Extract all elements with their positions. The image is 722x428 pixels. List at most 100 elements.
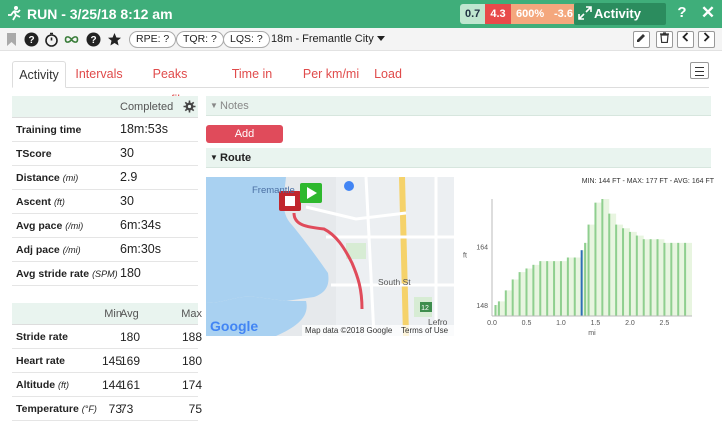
tab-time-in-zone[interactable]: Time in zone (218, 61, 286, 107)
chevron-left-icon (682, 32, 689, 42)
x-axis-label: mi (588, 330, 596, 337)
map-label-fremantle: Fremantle (252, 185, 295, 196)
tab-load[interactable]: Load (373, 61, 403, 88)
stat-value: 6m:34s (120, 218, 161, 232)
map-canvas: 12 Fremantle South St Lefro Map data ©20… (206, 177, 454, 336)
y-axis-label: ft (463, 253, 467, 260)
location-dropdown[interactable]: 18m - Fremantle City (271, 33, 385, 45)
summary-header: Completed (12, 96, 198, 118)
chevron-right-icon (703, 32, 710, 42)
elevation-bar (656, 239, 659, 316)
elevation-area (495, 199, 692, 316)
tab-peaks-profile[interactable]: Peaks profile (136, 61, 204, 107)
terms-of-use-link[interactable]: Terms of Use (401, 326, 449, 335)
elevation-bar (546, 261, 549, 316)
route-map[interactable]: 12 Fremantle South St Lefro Map data ©20… (206, 177, 454, 336)
elevation-bar (580, 250, 583, 316)
elevation-bar (663, 242, 666, 316)
stopwatch-icon[interactable] (44, 32, 59, 47)
elevation-bar (635, 235, 638, 316)
badge-3: 600% (511, 4, 549, 24)
stat-row: TScore 30 (12, 142, 198, 166)
caret-down-icon (376, 36, 385, 41)
elevation-bar (559, 261, 562, 316)
notes-section-header[interactable]: ▼ Notes (206, 96, 711, 116)
elevation-bar (497, 301, 500, 316)
edit-button[interactable] (633, 31, 650, 48)
x-tick-label: 1.5 (591, 320, 601, 327)
elevation-bar (628, 231, 631, 316)
x-tick-label: 2.0 (625, 320, 635, 327)
elevation-bar (601, 199, 604, 316)
score-badges: 0.7 4.3 600% -3.6 (460, 4, 577, 24)
stat-row: Avg pace (/mi) 6m:34s (12, 214, 198, 238)
delete-button[interactable] (656, 31, 673, 48)
stat-row: Avg stride rate (SPM) 180 (12, 262, 198, 286)
elevation-bar (553, 261, 556, 316)
stat-row: Ascent (ft) 30 (12, 190, 198, 214)
stat-row: Altitude (ft) 144 161 174 (12, 373, 202, 397)
expand-icon (578, 6, 592, 20)
stat-row: Distance (mi) 2.9 (12, 166, 198, 190)
stat-row: Temperature (°F) 73 73 75 (12, 397, 202, 421)
elevation-bar (532, 264, 535, 316)
elevation-bar (649, 239, 652, 316)
stat-row: Adj pace (/mi) 6m:30s (12, 238, 198, 262)
lqs-pill[interactable]: LQS: ? (223, 31, 270, 48)
infinity-icon[interactable] (64, 32, 79, 47)
min-avg-max-table: Min Avg Max Stride rate 180 188 Heart rate… (12, 303, 202, 421)
tab-per-km-mi[interactable]: Per km/mi (302, 61, 360, 88)
gear-icon[interactable] (183, 100, 196, 113)
close-button[interactable]: ✕ (699, 3, 717, 23)
menu-button[interactable] (690, 62, 709, 79)
x-tick-label: 2.5 (660, 320, 670, 327)
map-copyright: Map data ©2018 Google (305, 326, 393, 335)
route-section-header[interactable]: ▼ Route (206, 148, 711, 168)
elevation-bar (587, 224, 590, 316)
hamburger-icon (695, 67, 704, 68)
tab-activity[interactable]: Activity (12, 61, 66, 88)
elevation-bar (684, 242, 687, 316)
stat-row: Training time 18m:53s (12, 118, 198, 142)
help-button[interactable]: ? (674, 4, 690, 21)
elevation-chart[interactable]: MIN: 144 FT - MAX: 177 FT - AVG: 164 FT 0… (460, 173, 715, 338)
stat-value: 18m:53s (120, 122, 168, 136)
y-tick-label: 164 (476, 245, 488, 252)
bookmark-icon[interactable] (4, 32, 19, 47)
elevation-chart-svg: MIN: 144 FT - MAX: 177 FT - AVG: 164 FT 0… (463, 178, 715, 337)
elevation-bar (504, 290, 507, 316)
google-logo: Google (210, 318, 258, 334)
elevation-bar (511, 279, 514, 316)
tab-bar: Activity Intervals Peaks profile Time in… (12, 61, 709, 107)
svg-text:12: 12 (421, 305, 429, 312)
star-icon[interactable] (107, 32, 122, 47)
x-tick-label: 0.0 (487, 320, 497, 327)
elevation-bar (677, 242, 680, 316)
summary-table: Completed Training time 18m:53s TScore 30 … (12, 96, 198, 286)
x-tick-label: 0.5 (522, 320, 532, 327)
tqr-pill[interactable]: TQR: ? (176, 31, 224, 48)
elevation-bar (494, 305, 497, 316)
activity-detail-button[interactable]: Activity detail (574, 3, 666, 43)
rpe-pill[interactable]: RPE: ? (129, 31, 177, 48)
stat-value: 30 (120, 146, 134, 160)
help-circle-icon[interactable]: ? (86, 32, 101, 47)
badge-4: -3.6 (549, 4, 577, 24)
add-comment-button[interactable]: Add comment... (206, 125, 283, 158)
stat-row: Stride rate 180 188 (12, 325, 202, 349)
stat-row: Heart rate 145 169 180 (12, 349, 202, 373)
elevation-bar (594, 202, 597, 316)
map-label-south-st: South St (378, 277, 411, 287)
next-button[interactable] (698, 31, 715, 48)
question-icon[interactable]: ? (24, 32, 39, 47)
svg-text:?: ? (90, 35, 96, 46)
tab-intervals[interactable]: Intervals (74, 61, 124, 88)
previous-button[interactable] (677, 31, 694, 48)
elevation-bar (615, 224, 618, 316)
min-avg-max-header: Min Avg Max (12, 303, 202, 325)
elevation-bar (608, 213, 611, 316)
stat-value: 180 (120, 266, 141, 280)
stat-value: 6m:30s (120, 242, 161, 256)
title-bar: RUN - 3/25/18 8:12 am 0.7 4.3 600% -3.6 … (0, 0, 722, 43)
elevation-bar (584, 242, 587, 316)
